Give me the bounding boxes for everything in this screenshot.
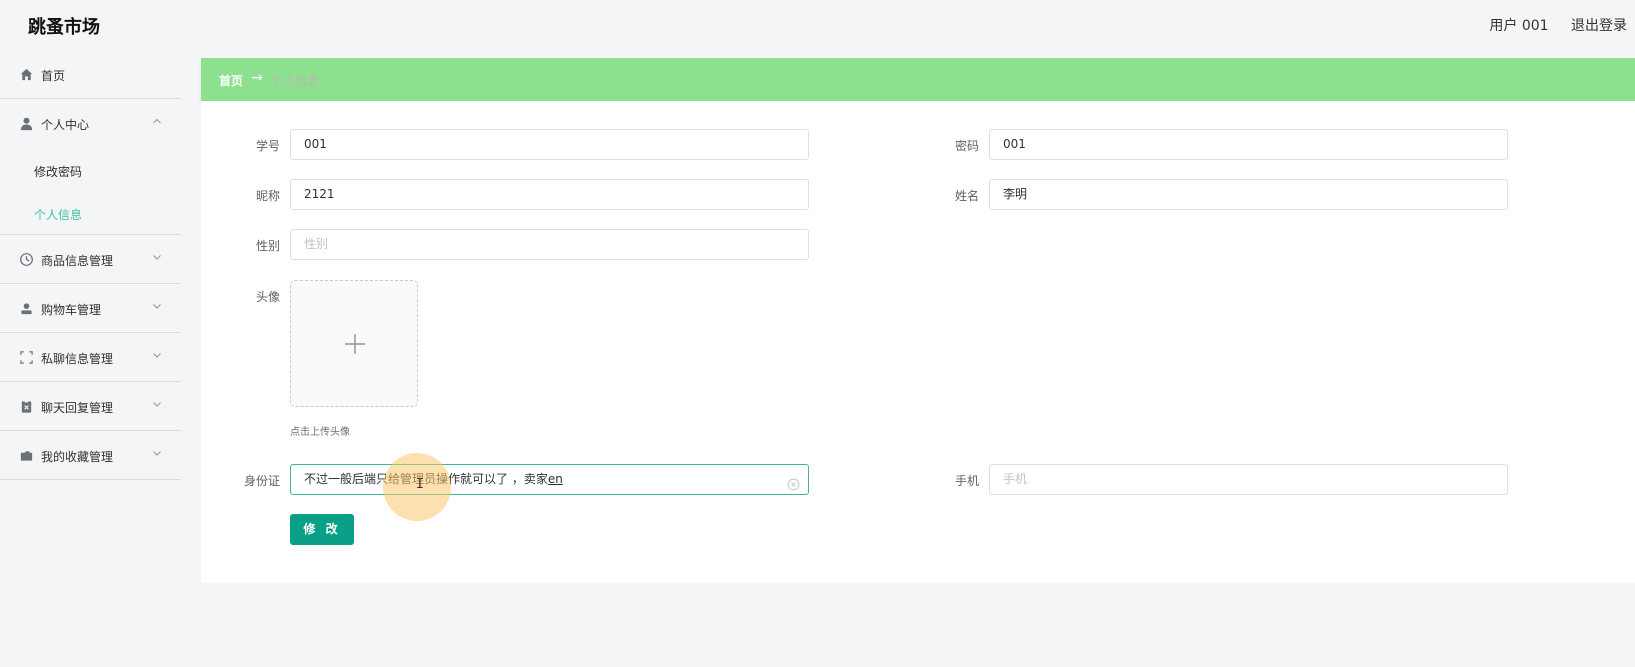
plus-icon bbox=[343, 332, 367, 356]
breadcrumb-home[interactable]: 首页 bbox=[219, 72, 243, 89]
top-header: 跳蚤市场 用户 001 退出登录 bbox=[0, 0, 1635, 50]
chevron-down-icon bbox=[152, 398, 162, 408]
logout-link[interactable]: 退出登录 bbox=[1571, 18, 1627, 34]
sidebar-item-goods-management[interactable]: 商品信息管理 bbox=[0, 235, 181, 284]
breadcrumb-current: 个人信息 bbox=[271, 74, 320, 88]
id-card-label: 身份证 bbox=[243, 474, 280, 488]
sidebar-item-private-messages[interactable]: 私聊信息管理 bbox=[0, 333, 181, 382]
phone-label: 手机 bbox=[954, 474, 979, 488]
avatar-upload-tip: 点击上传头像 bbox=[290, 427, 350, 438]
gender-input[interactable]: 性别 bbox=[290, 229, 809, 260]
sidebar: 首页 个人中心 修改密码 个人信息 商品信息管理 购物车管理 私聊信息管理 聊天… bbox=[0, 50, 181, 667]
chevron-up-icon bbox=[152, 115, 162, 125]
sidebar-item-home[interactable]: 首页 bbox=[0, 50, 181, 99]
sidebar-item-chat-replies[interactable]: 聊天回复管理 bbox=[0, 382, 181, 431]
frame-icon bbox=[19, 350, 34, 365]
sidebar-item-change-password[interactable]: 修改密码 bbox=[0, 148, 181, 191]
nickname-input[interactable]: 2121 bbox=[290, 179, 809, 210]
chevron-down-icon bbox=[152, 349, 162, 359]
sidebar-item-label: 我的收藏管理 bbox=[41, 450, 114, 464]
id-card-input[interactable]: 不过一般后端只给管理员操作就可以了 ，卖家en bbox=[290, 464, 809, 495]
clear-icon[interactable] bbox=[787, 473, 800, 491]
password-label: 密码 bbox=[954, 139, 979, 153]
chevron-down-icon bbox=[152, 300, 162, 310]
chevron-down-icon bbox=[152, 251, 162, 261]
submit-button[interactable]: 修 改 bbox=[290, 514, 354, 545]
folder-icon bbox=[19, 448, 34, 463]
person-icon bbox=[19, 301, 34, 316]
user-icon bbox=[19, 116, 34, 131]
sidebar-item-label: 购物车管理 bbox=[41, 303, 102, 317]
personal-center-submenu: 修改密码 个人信息 bbox=[0, 148, 181, 235]
home-icon bbox=[19, 67, 34, 82]
clock-icon bbox=[19, 252, 34, 267]
gender-label: 性别 bbox=[255, 239, 280, 253]
student-id-input[interactable]: 001 bbox=[290, 129, 809, 160]
name-input[interactable]: 李明 bbox=[989, 179, 1508, 210]
sidebar-item-personal-info[interactable]: 个人信息 bbox=[0, 191, 181, 234]
name-label: 姓名 bbox=[954, 189, 979, 203]
sidebar-item-label: 商品信息管理 bbox=[41, 254, 114, 268]
breadcrumb: 首页 → 个人信息 bbox=[201, 58, 1635, 101]
sidebar-item-label: 个人中心 bbox=[41, 118, 90, 132]
breadcrumb-separator: → bbox=[251, 70, 263, 86]
nickname-label: 昵称 bbox=[255, 189, 280, 203]
id-card-value: 不过一般后端只给管理员操作就可以了 ，卖家 bbox=[304, 472, 548, 486]
avatar-uploader[interactable] bbox=[290, 280, 418, 407]
sidebar-item-personal-center[interactable]: 个人中心 bbox=[0, 99, 181, 148]
sidebar-item-label: 首页 bbox=[41, 69, 66, 83]
user-name[interactable]: 用户 001 bbox=[1489, 18, 1548, 34]
chevron-down-icon bbox=[152, 447, 162, 457]
student-id-label: 学号 bbox=[255, 139, 280, 153]
password-input[interactable]: 001 bbox=[989, 129, 1508, 160]
sidebar-item-label: 私聊信息管理 bbox=[41, 352, 114, 366]
phone-input[interactable]: 手机 bbox=[989, 464, 1508, 495]
sidebar-item-cart-management[interactable]: 购物车管理 bbox=[0, 284, 181, 333]
header-user-area: 用户 001 退出登录 bbox=[1471, 15, 1627, 35]
sidebar-item-label: 聊天回复管理 bbox=[41, 401, 114, 415]
sidebar-item-favorites[interactable]: 我的收藏管理 bbox=[0, 431, 181, 480]
ime-composing-text: en bbox=[547, 472, 563, 486]
avatar-label: 头像 bbox=[255, 290, 280, 304]
brand-title: 跳蚤市场 bbox=[28, 17, 100, 38]
clipboard-icon bbox=[19, 399, 34, 414]
